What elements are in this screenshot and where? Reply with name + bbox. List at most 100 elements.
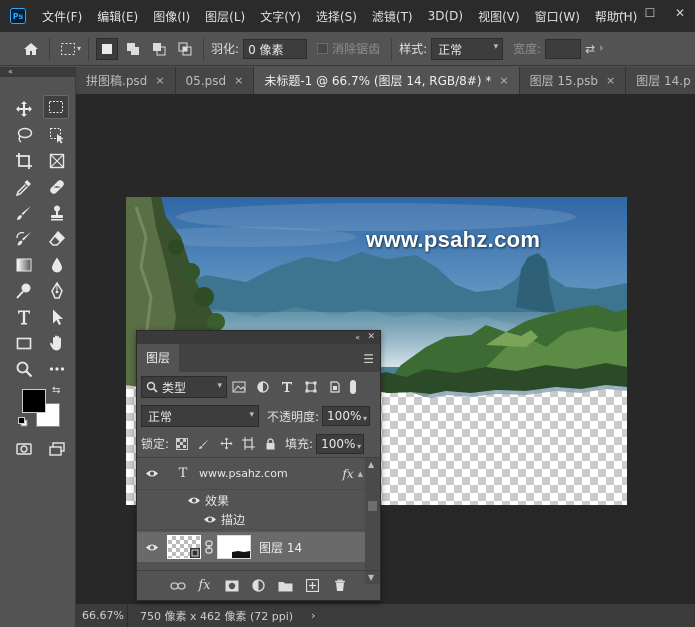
lock-artboard-icon[interactable] (237, 433, 259, 455)
home-icon[interactable] (20, 38, 42, 60)
feather-input[interactable]: 0 像素 (243, 38, 308, 59)
filter-toggle[interactable] (350, 380, 356, 394)
menu-view[interactable]: 视图(V) (478, 8, 520, 25)
chevron-right-icon[interactable]: › (599, 43, 603, 54)
visibility-eye-icon[interactable] (199, 515, 221, 524)
tab-05[interactable]: 05.psd × (175, 67, 255, 94)
foreground-color-swatch[interactable] (22, 389, 46, 413)
layer-mask-thumbnail[interactable] (217, 535, 251, 559)
stroke-effect-row[interactable]: 描边 (137, 510, 365, 530)
close-icon[interactable]: × (234, 74, 243, 87)
delete-layer-icon[interactable] (326, 575, 353, 597)
filter-adjustment-icon[interactable] (251, 376, 275, 398)
chevron-down-icon[interactable]: ▾ (77, 44, 81, 53)
link-layers-icon[interactable] (164, 575, 191, 597)
layer-row-text[interactable]: T www.psahz.com fx ▲ (137, 458, 365, 490)
dodge-tool-icon[interactable] (11, 279, 37, 303)
new-selection-icon[interactable] (96, 37, 119, 60)
lock-position-icon[interactable] (215, 433, 237, 455)
filter-type-icon[interactable] (275, 376, 299, 398)
menu-image[interactable]: 图像(I) (153, 8, 190, 25)
fx-icon[interactable]: fx (342, 467, 353, 481)
type-tool-icon[interactable] (11, 305, 37, 329)
filter-smart-object-icon[interactable] (323, 376, 347, 398)
subtract-selection-icon[interactable] (148, 38, 170, 60)
tab-layers[interactable]: 图层 (137, 344, 180, 372)
layer-thumbnail[interactable] (167, 535, 201, 559)
menu-type[interactable]: 文字(Y) (260, 8, 301, 25)
new-layer-icon[interactable] (299, 575, 326, 597)
zoom-level-field[interactable]: 66.67% (76, 604, 128, 627)
panel-menu-icon[interactable]: ☰ (363, 352, 374, 366)
chevron-up-icon[interactable]: ▲ (368, 460, 374, 469)
style-select[interactable]: 正常 ▾ (431, 37, 504, 60)
add-mask-icon[interactable] (218, 575, 245, 597)
lasso-tool-icon[interactable] (11, 123, 37, 147)
default-colors-icon[interactable] (18, 417, 28, 427)
toolbar-collapse-icon[interactable]: « (0, 67, 76, 77)
close-icon[interactable]: ✕ (367, 331, 375, 344)
new-adjustment-layer-icon[interactable] (245, 575, 272, 597)
menu-edit[interactable]: 编辑(E) (97, 8, 138, 25)
menu-window[interactable]: 窗口(W) (535, 8, 580, 25)
panel-titlebar[interactable]: « ✕ (137, 331, 380, 344)
antialias-checkbox[interactable] (317, 43, 329, 54)
tab-pintu[interactable]: 拼图稿.psd × (76, 67, 176, 94)
rect-marquee-icon[interactable] (57, 38, 79, 60)
healing-brush-tool-icon[interactable] (44, 175, 70, 199)
eyedropper-tool-icon[interactable] (11, 175, 37, 199)
tab-layer-15[interactable]: 图层 15.psb × (519, 67, 627, 94)
rectangle-tool-icon[interactable] (11, 331, 37, 355)
add-layer-style-icon[interactable]: fx (191, 575, 218, 597)
lock-transparent-icon[interactable] (171, 433, 193, 455)
blend-mode-select[interactable]: 正常 ▾ (141, 405, 259, 427)
hand-tool-icon[interactable] (44, 331, 70, 355)
visibility-eye-icon[interactable] (137, 543, 167, 552)
zoom-tool-icon[interactable] (11, 357, 37, 381)
eraser-tool-icon[interactable] (44, 227, 70, 251)
path-selection-tool-icon[interactable] (44, 305, 70, 329)
photoshop-logo-icon[interactable]: Ps (10, 8, 26, 24)
layers-scrollbar[interactable]: ▲ ▼ (365, 458, 380, 584)
scroll-thumb[interactable] (368, 501, 377, 511)
link-icon[interactable] (204, 540, 214, 554)
maximize-button[interactable]: ☐ (635, 0, 665, 26)
layer-row-14[interactable]: 图层 14 (137, 532, 365, 562)
opacity-input[interactable]: 100% ▾ (322, 406, 371, 426)
menu-file[interactable]: 文件(F) (42, 8, 82, 25)
menu-layer[interactable]: 图层(L) (205, 8, 245, 25)
marquee-tool-icon[interactable] (43, 95, 69, 119)
quick-mask-icon[interactable] (11, 437, 37, 461)
minimize-button[interactable]: — (605, 0, 635, 26)
effects-row[interactable]: 效果 (137, 490, 365, 510)
swap-dimensions-icon[interactable]: ⇄ (585, 42, 595, 56)
filter-shape-icon[interactable] (299, 376, 323, 398)
intersect-selection-icon[interactable] (174, 38, 196, 60)
menu-filter[interactable]: 滤镜(T) (372, 8, 413, 25)
menu-select[interactable]: 选择(S) (316, 8, 357, 25)
close-icon[interactable]: × (155, 74, 164, 87)
crop-tool-icon[interactable] (11, 149, 37, 173)
chevron-up-icon[interactable]: ▲ (358, 470, 363, 478)
close-icon[interactable]: × (499, 74, 508, 87)
chevron-right-icon[interactable]: › (311, 609, 315, 622)
tab-untitled-1[interactable]: 未标题-1 @ 66.7% (图层 14, RGB/8#) * × (254, 67, 520, 94)
tab-layer-14[interactable]: 图层 14.p (626, 67, 695, 94)
lock-pixels-icon[interactable] (193, 433, 215, 455)
visibility-eye-icon[interactable] (137, 469, 167, 478)
history-brush-tool-icon[interactable] (11, 227, 37, 251)
more-tools-icon[interactable] (44, 357, 70, 381)
close-icon[interactable]: × (606, 74, 615, 87)
pen-tool-icon[interactable] (44, 279, 70, 303)
object-selection-tool-icon[interactable] (44, 123, 70, 147)
clone-stamp-tool-icon[interactable] (44, 201, 70, 225)
frame-tool-icon[interactable] (44, 149, 70, 173)
filter-kind-select[interactable]: 类型 ▾ (141, 376, 227, 398)
fill-input[interactable]: 100% ▾ (316, 433, 365, 454)
lock-all-icon[interactable] (259, 433, 281, 455)
close-window-button[interactable]: ✕ (665, 0, 695, 26)
brush-tool-icon[interactable] (11, 201, 37, 225)
screen-mode-icon[interactable] (44, 437, 70, 461)
move-tool-icon[interactable] (11, 97, 37, 121)
blur-tool-icon[interactable] (44, 253, 70, 277)
